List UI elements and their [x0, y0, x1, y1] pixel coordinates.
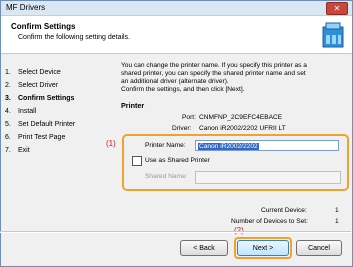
printer-driver-icon: [322, 22, 344, 48]
page-subtitle: Confirm the following setting details.: [18, 34, 131, 41]
port-value: CNMFNP_2C9EFC4EBACE: [199, 114, 283, 121]
printer-name-value: Canon iR2002/2202: [198, 143, 259, 150]
title-bar: MF Drivers ✕: [1, 1, 352, 16]
page-title: Confirm Settings: [11, 22, 76, 31]
annotation-1: (1): [106, 139, 116, 148]
driver-value: Canon iR2002/2202 UFRII LT: [199, 125, 286, 132]
next-button[interactable]: Next >: [237, 240, 289, 256]
wizard-header: Confirm Settings Confirm the following s…: [1, 16, 352, 54]
close-icon: ✕: [333, 4, 341, 13]
instructions-text: You can change the printer name. If you …: [121, 62, 307, 93]
current-device-label: Current Device:: [261, 207, 307, 214]
footer-divider: [0, 231, 351, 233]
printer-name-label: Printer Name:: [145, 142, 186, 149]
printer-section-heading: Printer: [121, 101, 145, 110]
back-button[interactable]: < Back: [180, 240, 228, 256]
driver-label: Driver:: [172, 125, 192, 132]
cancel-button[interactable]: Cancel: [296, 240, 342, 256]
shared-name-input[interactable]: [195, 171, 341, 184]
port-label: Port:: [182, 114, 196, 121]
device-count-label: Number of Devices to Set:: [231, 218, 308, 225]
printer-name-input[interactable]: Canon iR2002/2202: [195, 140, 339, 151]
shared-printer-checkbox[interactable]: [132, 156, 142, 166]
device-count-value: 1: [335, 218, 339, 225]
window-title: MF Drivers: [6, 3, 46, 12]
shared-name-label: Shared Name:: [145, 173, 188, 180]
close-button[interactable]: ✕: [326, 2, 348, 15]
shared-printer-label[interactable]: Use as Shared Printer: [145, 157, 210, 164]
current-device-value: 1: [335, 207, 339, 214]
